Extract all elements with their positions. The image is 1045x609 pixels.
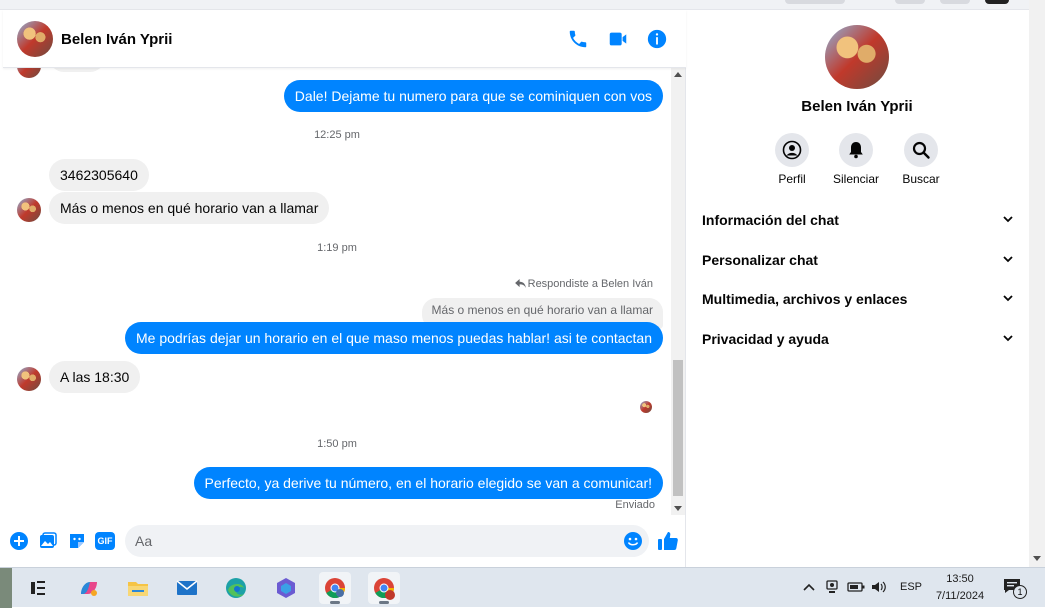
language-indicator[interactable]: ESP — [900, 581, 922, 593]
add-icon[interactable] — [9, 531, 29, 551]
message-avatar — [17, 68, 41, 78]
message-scrollbar[interactable] — [671, 68, 685, 515]
profile-button-circle[interactable] — [775, 133, 809, 167]
chat-info-panel: Belen Iván Yprii Perfil Silenciar Buscar… — [687, 10, 1029, 567]
like-icon[interactable] — [657, 530, 679, 552]
reply-note: Respondiste a Belen Iván — [514, 278, 653, 290]
profile-button[interactable]: Perfil — [760, 133, 824, 186]
mute-button[interactable]: Silenciar — [824, 133, 888, 186]
volume-icon[interactable] — [871, 580, 887, 594]
clock-time: 13:50 — [946, 573, 974, 585]
section-privacy-help[interactable]: Privacidad y ayuda — [702, 324, 1014, 354]
message-timestamp: 12:25 pm — [314, 129, 360, 141]
chrome-icon[interactable] — [319, 572, 351, 604]
mute-button-circle[interactable] — [839, 133, 873, 167]
sticker-icon[interactable] — [67, 531, 87, 551]
section-title: Multimedia, archivos y enlaces — [702, 291, 908, 307]
phone-icon[interactable] — [567, 28, 589, 50]
section-chat-info[interactable]: Información del chat — [702, 205, 1014, 235]
clock-date: 7/11/2024 — [935, 590, 985, 602]
notification-center-button[interactable]: 1 — [1003, 578, 1027, 600]
page-scrollbar[interactable] — [1029, 0, 1045, 567]
info-contact-name: Belen Iván Yprii — [801, 98, 913, 115]
message-list[interactable]: Dale! Dejame tu numero para que se comin… — [3, 68, 671, 515]
message-bubble-outgoing[interactable]: Perfecto, ya derive tu número, en el hor… — [193, 467, 663, 499]
message-bubble-incoming[interactable]: A las 18:30 — [49, 361, 141, 393]
seen-avatar — [640, 401, 652, 413]
section-title: Privacidad y ayuda — [702, 331, 829, 347]
taskbar-clock[interactable]: 13:50 7/11/2024 — [926, 571, 994, 605]
windows-taskbar: ESP 13:50 7/11/2024 1 — [0, 567, 1045, 608]
video-camera-icon[interactable] — [607, 28, 629, 50]
chevron-down-icon — [1003, 216, 1013, 223]
emoji-icon[interactable] — [623, 531, 643, 551]
search-button-circle[interactable] — [904, 133, 938, 167]
scroll-down-arrow[interactable] — [674, 506, 682, 511]
gif-icon[interactable]: GIF — [95, 532, 115, 550]
section-media-files-links[interactable]: Multimedia, archivos y enlaces — [702, 284, 1014, 314]
chevron-down-icon — [1003, 256, 1013, 263]
task-view-icon[interactable] — [22, 572, 54, 604]
browser-top-strip — [0, 0, 1045, 10]
message-status: Enviado — [615, 499, 655, 511]
contact-avatar[interactable] — [17, 21, 53, 57]
messenger-window: Belen Iván Yprii Dale! Dejame tu numero … — [0, 0, 1045, 567]
profile-label: Perfil — [778, 172, 806, 186]
chrome-profile-icon[interactable] — [368, 572, 400, 604]
profile-icon — [782, 140, 802, 160]
desktop-edge — [0, 568, 12, 608]
info-avatar[interactable] — [825, 25, 889, 89]
scroll-up-arrow[interactable] — [674, 72, 682, 77]
chevron-down-icon — [1003, 335, 1013, 342]
chat-header: Belen Iván Yprii — [3, 10, 686, 68]
message-input-wrapper — [125, 525, 649, 557]
message-timestamp: 1:19 pm — [317, 242, 357, 254]
edge-icon[interactable] — [220, 572, 252, 604]
section-title: Información del chat — [702, 212, 839, 228]
top-strip-pill — [895, 0, 925, 4]
reply-note-text: Respondiste a Belen Iván — [527, 278, 653, 290]
bell-icon — [849, 142, 863, 159]
notification-badge: 1 — [1013, 585, 1027, 599]
chevron-down-icon — [1003, 295, 1013, 302]
message-avatar — [17, 198, 41, 222]
section-customize-chat[interactable]: Personalizar chat — [702, 245, 1014, 275]
search-label: Buscar — [902, 172, 940, 186]
chat-pane: Belen Iván Yprii Dale! Dejame tu numero … — [3, 10, 686, 567]
message-input[interactable] — [135, 531, 615, 551]
scrollbar-thumb[interactable] — [673, 360, 683, 496]
message-avatar — [17, 367, 41, 391]
copilot-icon[interactable] — [73, 572, 105, 604]
search-button[interactable]: Buscar — [889, 133, 953, 186]
top-strip-pill — [985, 0, 1009, 4]
message-timestamp: 1:50 pm — [317, 438, 357, 450]
file-explorer-icon[interactable] — [122, 572, 154, 604]
top-strip-pill — [785, 0, 845, 4]
message-composer: GIF — [3, 520, 686, 564]
message-bubble-incoming[interactable]: 3462305640 — [49, 159, 149, 191]
message-bubble-outgoing[interactable]: Dale! Dejame tu numero para que se comin… — [283, 80, 663, 112]
message-bubble-incoming[interactable]: Más o menos en qué horario van a llamar — [49, 192, 330, 224]
image-icon[interactable] — [38, 531, 58, 551]
battery-network-icon[interactable] — [847, 580, 865, 594]
page-scroll-down-arrow[interactable] — [1033, 556, 1041, 561]
section-title: Personalizar chat — [702, 252, 818, 268]
top-strip-pill — [940, 0, 970, 4]
copilot-365-icon[interactable] — [270, 572, 302, 604]
show-hidden-icons-chevron-icon[interactable] — [802, 582, 816, 592]
webcam-icon[interactable] — [824, 579, 840, 595]
message-bubble-outgoing[interactable]: Me podrías dejar un horario en el que ma… — [125, 322, 663, 354]
search-icon — [912, 141, 930, 159]
mute-label: Silenciar — [832, 172, 880, 186]
reply-arrow-icon — [514, 279, 526, 288]
contact-name[interactable]: Belen Iván Yprii — [61, 31, 172, 48]
mail-icon[interactable] — [171, 572, 203, 604]
info-icon[interactable] — [646, 28, 668, 50]
message-bubble-incoming-cutoff — [49, 68, 105, 72]
